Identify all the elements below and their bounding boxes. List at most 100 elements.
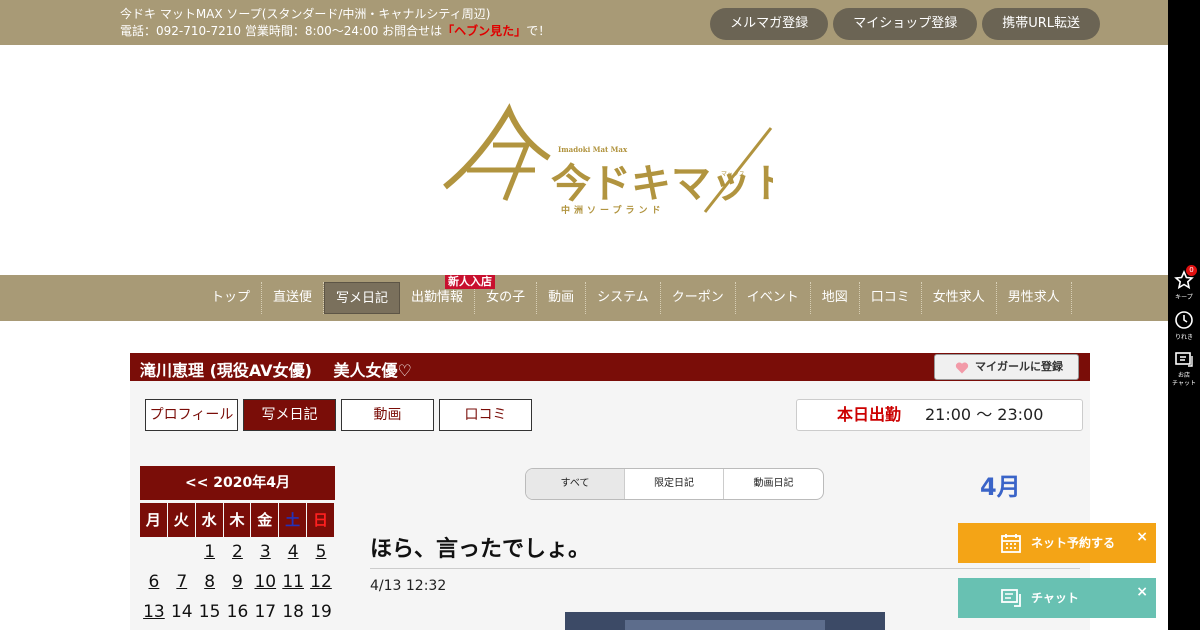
main-nav: トップ 直送便 写メ日記 出勤情報 女の子 動画 システム クーポン イベント … <box>200 275 1072 314</box>
keep-label: キープ <box>1175 294 1193 301</box>
shop-line: 今ドキ マットMAX ソープ(スタンダード/中洲・キャナルシティ周辺) <box>120 7 491 21</box>
nav-male-jobs[interactable]: 男性求人 <box>997 282 1072 314</box>
shop-logo[interactable]: 今ドキマットMAX Imadoki Mat Max 中洲ソープランド マックス <box>443 100 773 220</box>
top-buttons: メルマガ登録 マイショップ登録 携帯URL転送 <box>710 8 1100 40</box>
chat-button[interactable]: チャット × <box>958 578 1156 618</box>
calendar-day: 14 <box>170 602 193 622</box>
today-label: 本日出勤 <box>837 405 902 424</box>
chat-icon <box>1001 589 1021 607</box>
nav-coupon[interactable]: クーポン <box>661 282 736 314</box>
dow-thu: 木 <box>223 503 252 537</box>
calendar-day <box>168 537 196 567</box>
post-title: ほら、言ったでしょ。 <box>370 537 591 562</box>
dow-tue: 火 <box>167 503 196 537</box>
calendar-day: 16 <box>226 602 249 622</box>
net-reserve-button[interactable]: ネット予約する × <box>958 523 1156 563</box>
top-info-bar: 今ドキ マットMAX ソープ(スタンダード/中洲・キャナルシティ周辺) 電話：0… <box>0 0 1168 45</box>
heaven-text: 「ヘブン見た」 <box>442 24 527 38</box>
today-time: 21:00 ～ 23:00 <box>925 405 1044 424</box>
calendar-day: 17 <box>254 602 277 622</box>
post-image[interactable] <box>565 612 885 630</box>
girl-name: 滝川恵理 (現役AV女優) 美人女優♡ <box>140 361 412 380</box>
shop-chat-label: お店 チャット <box>1172 372 1196 387</box>
calendar-day-link[interactable]: 4 <box>279 537 307 567</box>
calendar-day <box>140 537 168 567</box>
history-icon <box>1175 311 1193 329</box>
heart-icon <box>955 362 969 374</box>
girl-header: 滝川恵理 (現役AV女優) 美人女優♡ マイガールに登録 <box>130 353 1090 381</box>
tab-video[interactable]: 動画 <box>341 399 434 431</box>
nav-event[interactable]: イベント <box>736 282 811 314</box>
filter-all[interactable]: すべて <box>526 469 625 499</box>
dow-fri: 金 <box>251 503 280 537</box>
history-label: りれき <box>1174 334 1193 341</box>
chat-bubble-icon <box>1175 352 1193 367</box>
post-date: 4/13 12:32 <box>370 578 447 594</box>
logo-sub-en: Imadoki Mat Max <box>558 145 628 154</box>
reserve-close-icon[interactable]: × <box>1136 517 1148 557</box>
nav-video[interactable]: 動画 <box>537 282 587 314</box>
mygirl-register-button[interactable]: マイガールに登録 <box>934 354 1079 380</box>
side-toolbar: 0 キープ りれき お店 チャット <box>1168 0 1200 630</box>
keep-count: 0 <box>1186 265 1197 276</box>
main-nav-bar: トップ 直送便 写メ日記 出勤情報 女の子 動画 システム クーポン イベント … <box>0 275 1168 321</box>
tab-diary[interactable]: 写メ日記 <box>243 399 336 431</box>
shop-info: 今ドキ マットMAX ソープ(スタンダード/中洲・キャナルシティ周辺) 電話：0… <box>120 6 550 40</box>
dow-sat: 土 <box>279 503 308 537</box>
keep-tool[interactable]: 0 キープ <box>1168 265 1200 301</box>
post-divider <box>370 568 1080 569</box>
nav-review[interactable]: 口コミ <box>860 282 922 314</box>
tab-reviews[interactable]: 口コミ <box>439 399 532 431</box>
newsletter-button[interactable]: メルマガ登録 <box>710 8 829 40</box>
calendar-day-link[interactable]: 13 <box>140 597 168 627</box>
tab-profile[interactable]: プロフィール <box>145 399 238 431</box>
dow-mon: 月 <box>140 503 168 537</box>
reserve-label: ネット予約する <box>1031 536 1116 550</box>
nav-map[interactable]: 地図 <box>811 282 860 314</box>
phone-text: 電話：092-710-7210 営業時間：8:00～24:00 お問合せは <box>120 24 443 38</box>
calendar-day-link[interactable]: 8 <box>196 567 224 597</box>
calendar-day-link[interactable]: 3 <box>251 537 279 567</box>
mygirl-label: マイガールに登録 <box>975 360 1063 373</box>
diary-filter: すべて 限定日記 動画日記 <box>525 468 824 500</box>
nav-top[interactable]: トップ <box>200 282 263 314</box>
filter-video[interactable]: 動画日記 <box>724 469 823 499</box>
filter-limited[interactable]: 限定日記 <box>625 469 724 499</box>
dow-sun: 日 <box>307 503 335 537</box>
calendar-day-link[interactable]: 1 <box>196 537 224 567</box>
calendar-grid: 月 火 水 木 金 土 日 1 2 3 4 5 6 7 8 9 10 11 12… <box>140 500 335 627</box>
calendar-day: 19 <box>310 602 332 622</box>
calendar-day-link[interactable]: 10 <box>251 567 279 597</box>
contact-line: 電話：092-710-7210 営業時間：8:00～24:00 お問合せは「ヘブ… <box>120 23 550 40</box>
new-girl-badge: 新人入店 <box>445 275 495 289</box>
history-tool[interactable]: りれき <box>1168 310 1200 341</box>
girl-detail-panel: 滝川恵理 (現役AV女優) 美人女優♡ マイガールに登録 プロフィール 写メ日記… <box>130 353 1090 630</box>
calendar-icon <box>1001 534 1021 553</box>
myshop-button[interactable]: マイショップ登録 <box>833 8 978 40</box>
calendar-day-link[interactable]: 11 <box>279 567 307 597</box>
calendar-day-link[interactable]: 12 <box>307 567 335 597</box>
calendar-day-link[interactable]: 9 <box>224 567 252 597</box>
dow-wed: 水 <box>195 503 224 537</box>
nav-system[interactable]: システム <box>586 282 661 314</box>
mobile-url-button[interactable]: 携帯URL転送 <box>982 8 1100 40</box>
calendar-day: 15 <box>198 602 221 622</box>
nav-diary[interactable]: 写メ日記 <box>324 282 401 314</box>
chat-close-icon[interactable]: × <box>1136 572 1148 612</box>
calendar-header[interactable]: << 2020年4月 <box>140 466 335 500</box>
calendar-day: 18 <box>282 602 304 622</box>
nav-direct[interactable]: 直送便 <box>262 282 325 314</box>
diary-calendar: << 2020年4月 月 火 水 木 金 土 日 1 2 3 4 5 6 7 8… <box>140 466 335 627</box>
calendar-day-link[interactable]: 7 <box>168 567 196 597</box>
calendar-day-link[interactable]: 5 <box>307 537 335 567</box>
profile-tabs: プロフィール 写メ日記 動画 口コミ <box>145 399 532 431</box>
calendar-day-link[interactable]: 2 <box>224 537 252 567</box>
shop-chat-tool[interactable]: お店 チャット <box>1168 350 1200 388</box>
post-image-band <box>625 620 825 630</box>
tail-text: で！ <box>526 24 551 38</box>
calendar-day-link[interactable]: 6 <box>140 567 168 597</box>
today-schedule: 本日出勤 21:00 ～ 23:00 <box>796 399 1083 431</box>
chat-label: チャット <box>1031 591 1079 605</box>
nav-female-jobs[interactable]: 女性求人 <box>922 282 997 314</box>
logo-area: 今ドキマットMAX Imadoki Mat Max 中洲ソープランド マックス <box>0 45 1168 275</box>
